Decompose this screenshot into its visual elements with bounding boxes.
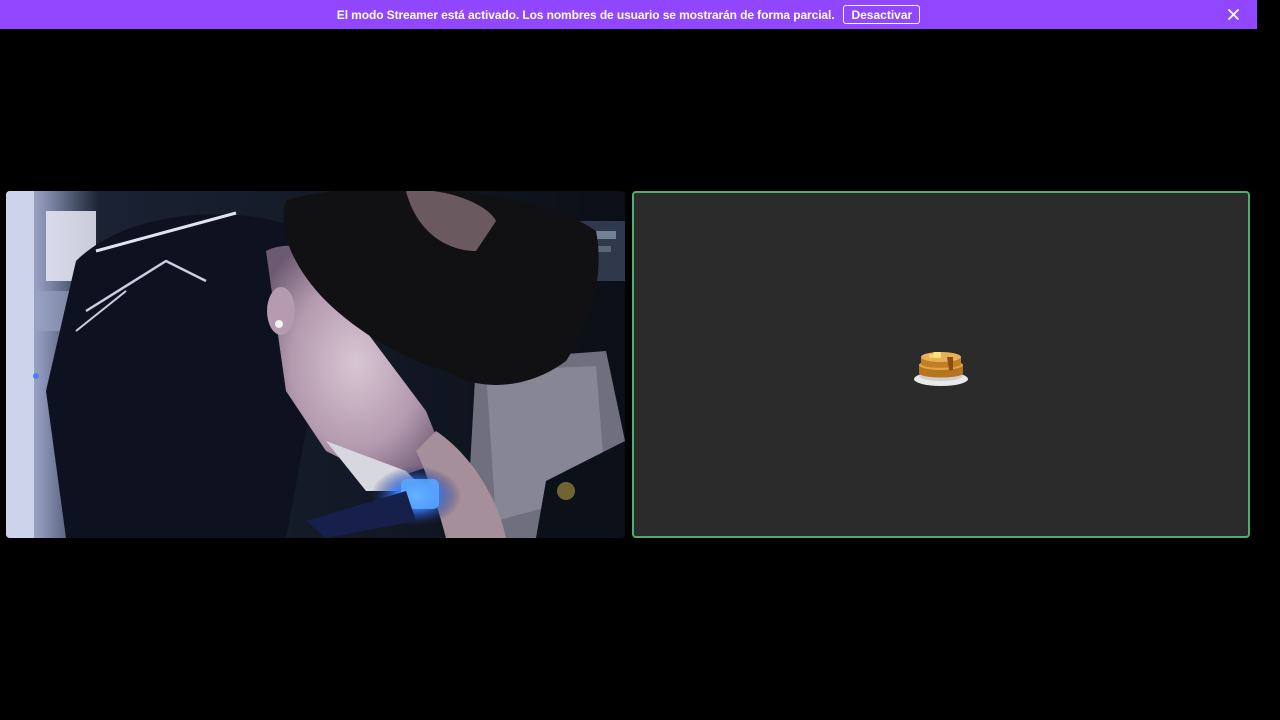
- pancakes-icon: [913, 343, 969, 387]
- streamer-mode-message: El modo Streamer está activado. Los nomb…: [336, 7, 835, 22]
- close-icon[interactable]: [1226, 7, 1241, 22]
- call-window: El modo Streamer está activado. Los nomb…: [0, 0, 1280, 720]
- participant-avatar-tile[interactable]: [632, 191, 1250, 538]
- streamer-mode-banner: El modo Streamer está activado. Los nomb…: [0, 0, 1257, 29]
- participant-video-tile[interactable]: [6, 191, 625, 538]
- camera-feed-image: [6, 191, 625, 538]
- disable-streamer-mode-button[interactable]: Desactivar: [843, 5, 921, 24]
